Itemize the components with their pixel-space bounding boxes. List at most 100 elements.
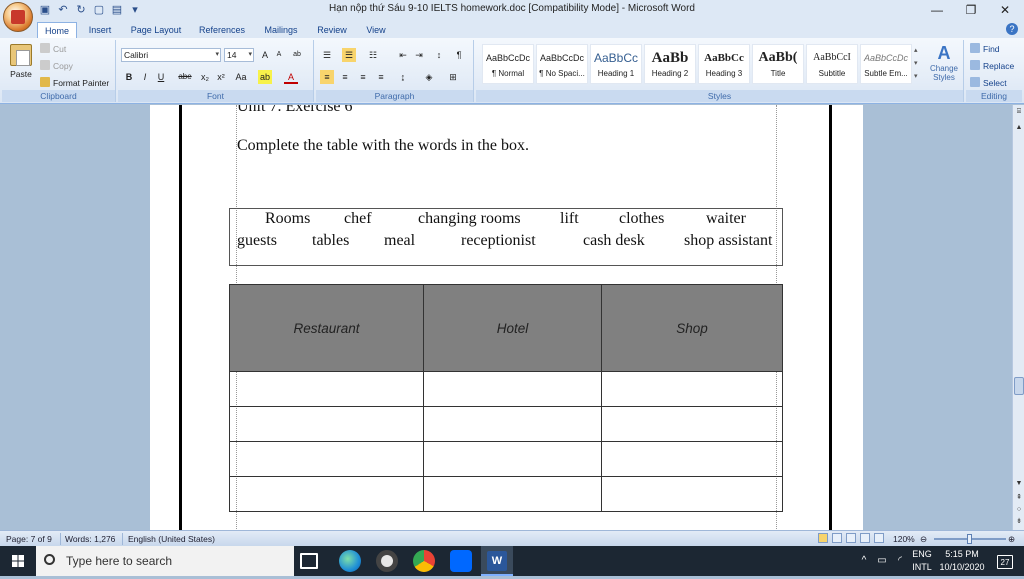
table-cell[interactable] — [229, 476, 424, 512]
borders-icon[interactable]: ⊞ — [446, 70, 460, 84]
scroll-up-arrow-icon[interactable]: ▲ — [1014, 123, 1024, 133]
word-taskbar-button[interactable]: W — [481, 546, 513, 576]
show-hidden-icons-icon[interactable]: ^ — [858, 546, 870, 576]
taskbar-search-box[interactable]: Type here to search — [36, 546, 294, 576]
clear-formatting-button[interactable]: ab — [290, 48, 304, 62]
style-subtle-emphasis[interactable]: AaBbCcDc Subtle Em... — [860, 44, 912, 84]
bullets-icon[interactable]: ☰ — [320, 48, 334, 62]
change-styles-button[interactable]: A Change Styles — [926, 42, 962, 82]
strikethrough-button[interactable]: abe — [176, 70, 194, 84]
web-layout-view-icon[interactable] — [846, 533, 856, 543]
edge-browser-icon[interactable] — [339, 550, 361, 572]
table-cell[interactable] — [423, 371, 602, 407]
select-button[interactable]: Select — [970, 76, 1007, 90]
zoom-level[interactable]: 120% — [893, 533, 915, 545]
table-cell[interactable] — [601, 476, 783, 512]
wifi-icon[interactable]: ◜ — [893, 546, 907, 576]
paste-button[interactable]: Paste — [6, 42, 36, 86]
browse-object-icon[interactable]: ○ — [1014, 505, 1024, 515]
line-spacing-icon[interactable]: ↨ — [396, 70, 410, 84]
scrollbar-thumb[interactable] — [1014, 377, 1024, 395]
minimize-button[interactable]: — — [920, 0, 954, 20]
pilcrow-icon[interactable]: ¶ — [452, 48, 466, 62]
font-color-button[interactable]: A — [284, 70, 298, 84]
style-subtitle[interactable]: AaBbCcI Subtitle — [806, 44, 858, 84]
page-count[interactable]: Page: 7 of 9 — [6, 533, 52, 545]
tab-view[interactable]: View — [360, 22, 392, 38]
clock[interactable]: 5:15 PM 10/10/2020 — [936, 546, 988, 576]
document-page[interactable]: Unit 7. Exercise 6 Complete the table wi… — [150, 105, 863, 530]
draft-view-icon[interactable] — [874, 533, 884, 543]
style-no-spacing[interactable]: AaBbCcDc ¶ No Spaci... — [536, 44, 588, 84]
replace-button[interactable]: Replace — [970, 59, 1014, 73]
table-cell[interactable] — [423, 476, 602, 512]
previous-page-icon[interactable]: ⇞ — [1014, 493, 1024, 503]
tab-references[interactable]: References — [194, 22, 250, 38]
header-shop[interactable]: Shop — [601, 284, 783, 372]
align-center-icon[interactable]: ≡ — [338, 70, 352, 84]
task-view-icon[interactable] — [300, 553, 318, 569]
language-indicator-tray[interactable]: ENG INTL — [910, 546, 934, 576]
vertical-scrollbar[interactable]: ⌸ ▲ ▼ ⇞ ○ ⇟ — [1012, 105, 1024, 530]
zoom-out-icon[interactable]: ⊖ — [920, 533, 927, 545]
full-screen-view-icon[interactable] — [832, 533, 842, 543]
align-left-icon[interactable]: ≡ — [320, 70, 334, 84]
underline-button[interactable]: U — [154, 70, 168, 84]
table-cell[interactable] — [601, 371, 783, 407]
cut-button[interactable]: Cut — [40, 42, 66, 56]
tab-page-layout[interactable]: Page Layout — [126, 22, 186, 38]
tab-review[interactable]: Review — [312, 22, 352, 38]
tab-insert[interactable]: Insert — [82, 22, 118, 38]
next-page-icon[interactable]: ⇟ — [1014, 517, 1024, 527]
style-title[interactable]: AaBb(Title — [752, 44, 804, 84]
font-size-box[interactable]: 14 ▾ — [224, 48, 254, 62]
find-button[interactable]: Find — [970, 42, 1000, 56]
table-cell[interactable] — [229, 406, 424, 442]
start-button[interactable] — [0, 546, 36, 576]
subscript-button[interactable]: x₂ — [198, 70, 212, 84]
zoom-in-icon[interactable]: ⊕ — [1008, 533, 1015, 545]
numbering-icon[interactable]: ☰ — [342, 48, 356, 62]
table-cell[interactable] — [601, 406, 783, 442]
zoom-slider-thumb[interactable] — [967, 534, 972, 544]
styles-scroll-icon[interactable]: ▴ ▾ ▾ — [914, 44, 922, 84]
grow-font-button[interactable]: A — [258, 48, 272, 62]
format-painter-button[interactable]: Format Painter — [40, 76, 109, 90]
superscript-button[interactable]: x² — [214, 70, 228, 84]
decrease-indent-icon[interactable]: ⇤ — [396, 48, 410, 62]
increase-indent-icon[interactable]: ⇥ — [412, 48, 426, 62]
multilevel-list-icon[interactable]: ☷ — [366, 48, 380, 62]
table-cell[interactable] — [423, 441, 602, 477]
print-layout-view-icon[interactable] — [818, 533, 828, 543]
media-player-icon[interactable] — [376, 550, 398, 572]
tab-mailings[interactable]: Mailings — [258, 22, 304, 38]
table-cell[interactable] — [229, 371, 424, 407]
style-normal[interactable]: AaBbCcDc ¶ Normal — [482, 44, 534, 84]
change-case-button[interactable]: Aa — [232, 70, 250, 84]
restore-button[interactable]: ❐ — [954, 0, 988, 20]
notification-center-button[interactable]: 27 — [992, 546, 1018, 576]
word-count[interactable]: Words: 1,276 — [65, 533, 115, 545]
align-right-icon[interactable]: ≡ — [356, 70, 370, 84]
font-name-box[interactable]: Calibri ▾ — [121, 48, 221, 62]
style-heading-2[interactable]: AaBb Heading 2 — [644, 44, 696, 84]
battery-icon[interactable]: ▭ — [875, 546, 889, 576]
zalo-app-icon[interactable] — [450, 550, 472, 572]
italic-button[interactable]: I — [138, 70, 152, 84]
shrink-font-button[interactable]: A — [272, 48, 286, 62]
language-indicator[interactable]: English (United States) — [128, 533, 215, 545]
table-cell[interactable] — [423, 406, 602, 442]
bold-button[interactable]: B — [122, 70, 136, 84]
close-button[interactable]: ✕ — [988, 0, 1022, 20]
scroll-down-arrow-icon[interactable]: ▼ — [1014, 479, 1024, 489]
table-cell[interactable] — [229, 441, 424, 477]
highlight-button[interactable]: ab — [258, 70, 272, 84]
table-cell[interactable] — [601, 441, 783, 477]
help-icon[interactable]: ? — [1006, 23, 1018, 35]
office-button[interactable] — [3, 2, 33, 32]
copy-button[interactable]: Copy — [40, 59, 73, 73]
ruler-toggle-icon[interactable]: ⌸ — [1014, 107, 1024, 117]
header-hotel[interactable]: Hotel — [423, 284, 602, 372]
sort-icon[interactable]: ↕ — [432, 48, 446, 62]
style-heading-1[interactable]: AaBbCc Heading 1 — [590, 44, 642, 84]
